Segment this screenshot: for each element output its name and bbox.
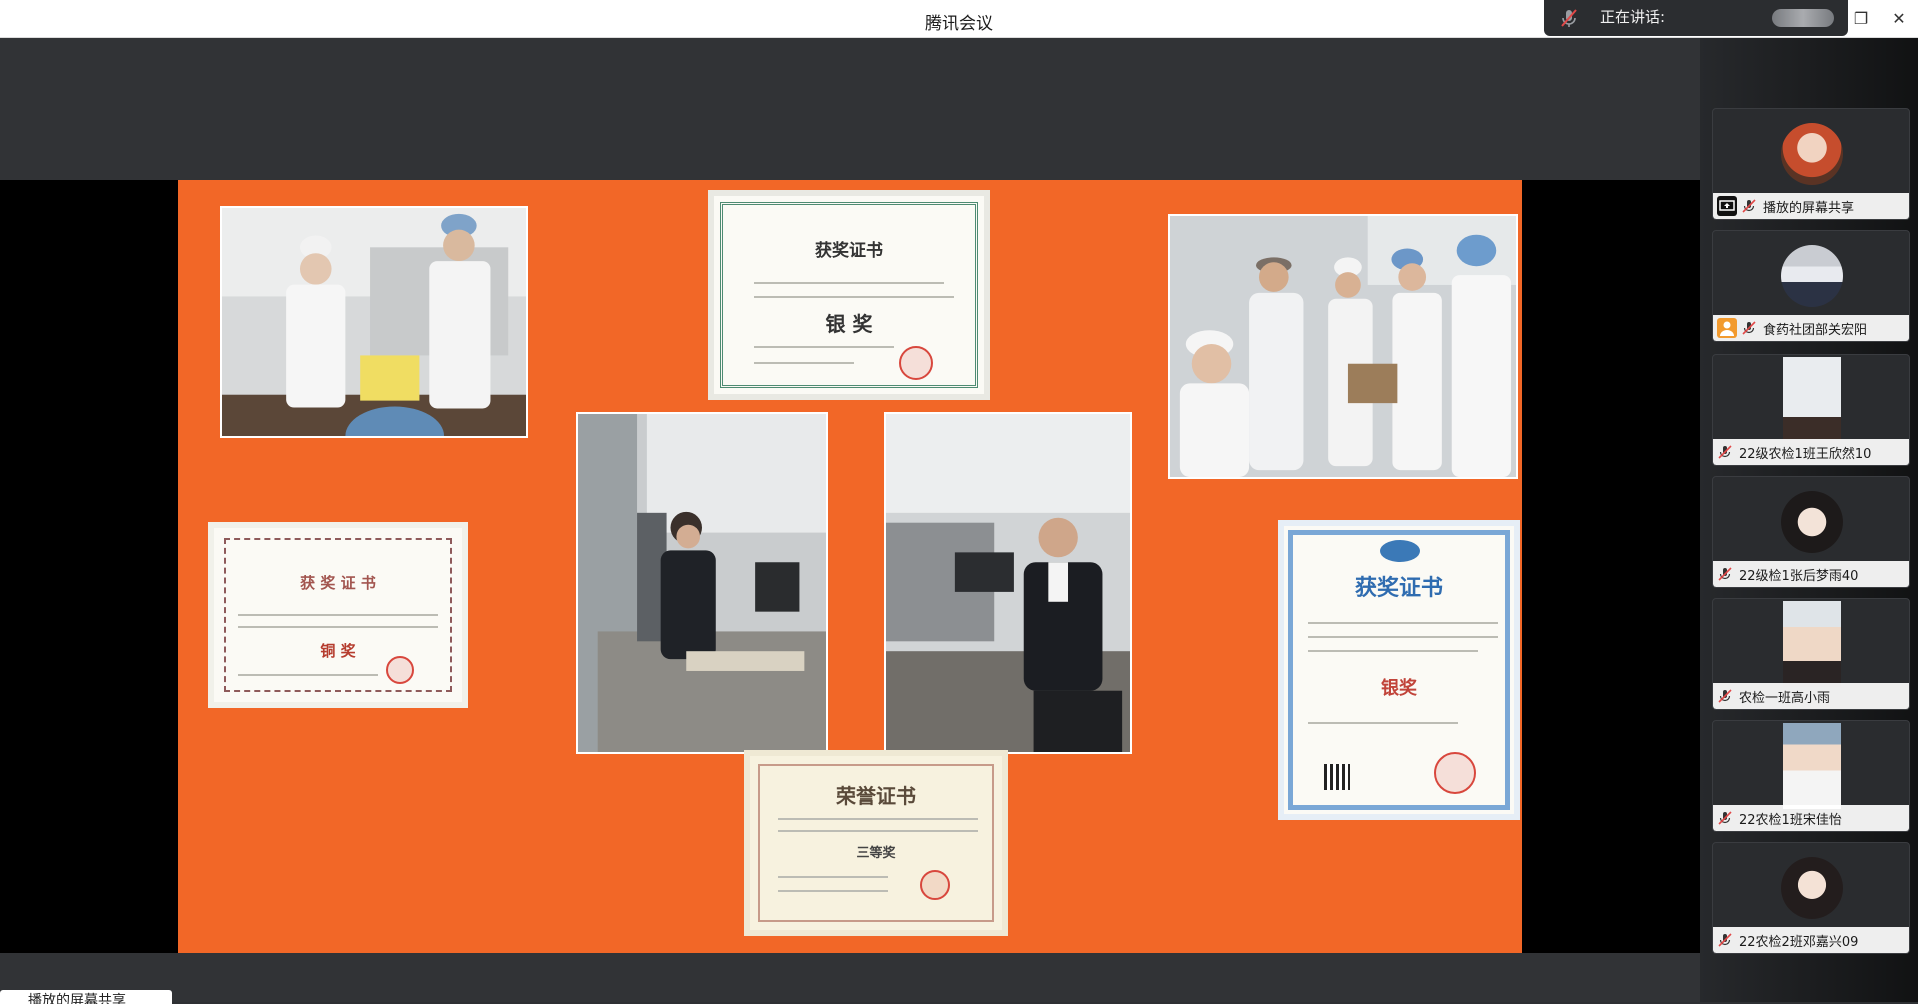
certificate-heading: 获 奖 证 书 (300, 574, 376, 592)
avatar (1783, 723, 1841, 809)
user-badge-icon (1717, 318, 1737, 338)
mic-muted-icon (1561, 9, 1577, 27)
participant-name: 食药社团部关宏阳 (1763, 322, 1868, 338)
certificate-heading: 获奖证书 (1354, 575, 1443, 601)
mic-muted-icon (1718, 445, 1732, 459)
participant-name: 农检一班高小雨 (1739, 690, 1831, 706)
shared-screen-stage: 获奖证书 银 奖 获 奖 证 书 铜 奖 获奖证书 银奖 荣誉证书 三等奖 (0, 180, 1700, 953)
participant-tile[interactable]: 播放的屏幕共享 (1712, 108, 1910, 220)
certificate-honor: 荣誉证书 三等奖 (744, 750, 1008, 936)
screen-share-icon (1717, 196, 1737, 216)
restore-window-icon[interactable]: ❐ (1850, 8, 1872, 30)
mic-muted-icon (1718, 811, 1732, 825)
certificate-award: 铜 奖 (320, 642, 356, 660)
seal-stamp (386, 656, 414, 684)
screen-share-chip-label: 播放的屏幕共享 (28, 993, 126, 1004)
certificate-award: 三等奖 (856, 846, 896, 861)
mic-muted-icon (1718, 933, 1732, 947)
logo-icon (1380, 540, 1420, 562)
participant-tile[interactable]: 22农检1班宋佳怡 (1712, 720, 1910, 832)
certificate-award: 银奖 (1381, 678, 1417, 699)
participant-tile[interactable]: 食药社团部关宏阳 (1712, 230, 1910, 342)
participant-name: 22级检1张后梦雨40 (1739, 568, 1859, 584)
seal-stamp (920, 870, 950, 900)
participant-name: 22级农检1班王欣然10 (1739, 446, 1872, 462)
shared-screen-area: › (0, 38, 1700, 1002)
photo-group-lab (1168, 214, 1518, 479)
certificate-heading: 荣誉证书 (836, 784, 916, 808)
certificate-award: 银 奖 (825, 312, 873, 336)
certificate-silver-top: 获奖证书 银 奖 (708, 190, 990, 400)
photo-office-man (884, 412, 1132, 754)
participant-tile[interactable]: 22级农检1班王欣然10 (1712, 354, 1910, 466)
speaking-indicator: 正在讲话: (1544, 0, 1848, 36)
participant-name: 22农检1班宋佳怡 (1739, 812, 1842, 828)
mic-muted-icon (1718, 689, 1732, 703)
avatar (1781, 857, 1843, 919)
avatar (1783, 357, 1841, 443)
participant-name: 22农检2班邓嘉兴09 (1739, 934, 1859, 950)
participant-name: 播放的屏幕共享 (1763, 200, 1855, 216)
avatar (1781, 123, 1843, 185)
presentation-slide: 获奖证书 银 奖 获 奖 证 书 铜 奖 获奖证书 银奖 荣誉证书 三等奖 (178, 180, 1522, 953)
avatar (1783, 601, 1841, 687)
close-icon[interactable]: ✕ (1888, 8, 1910, 30)
mic-muted-icon (1742, 321, 1756, 335)
speaking-label: 正在讲话: (1600, 8, 1666, 26)
avatar (1781, 491, 1843, 553)
participant-tile[interactable]: 22农检2班邓嘉兴09 (1712, 842, 1910, 954)
photo-office-woman (576, 412, 828, 754)
participant-tile[interactable]: 22级检1张后梦雨40 (1712, 476, 1910, 588)
participant-sidebar: 播放的屏幕共享 食药社团部关宏阳 22级农检1班王欣然10 22级检1张后梦雨4… (1700, 38, 1918, 1002)
title-bar: 腾讯会议 正在讲话: ❐ ✕ (0, 0, 1918, 38)
speaker-name-blurred (1772, 9, 1834, 27)
certificate-silver-right: 获奖证书 银奖 (1278, 520, 1520, 820)
qr-code-icon (1324, 764, 1350, 790)
mic-muted-icon (1742, 199, 1756, 213)
mic-muted-icon (1718, 567, 1732, 581)
seal-stamp (1434, 752, 1476, 794)
certificate-bronze: 获 奖 证 书 铜 奖 (208, 522, 468, 708)
certificate-heading: 获奖证书 (815, 241, 883, 261)
photo-lab-demo (220, 206, 528, 438)
seal-stamp (899, 346, 933, 380)
avatar (1781, 245, 1843, 307)
participant-tile[interactable]: 农检一班高小雨 (1712, 598, 1910, 710)
